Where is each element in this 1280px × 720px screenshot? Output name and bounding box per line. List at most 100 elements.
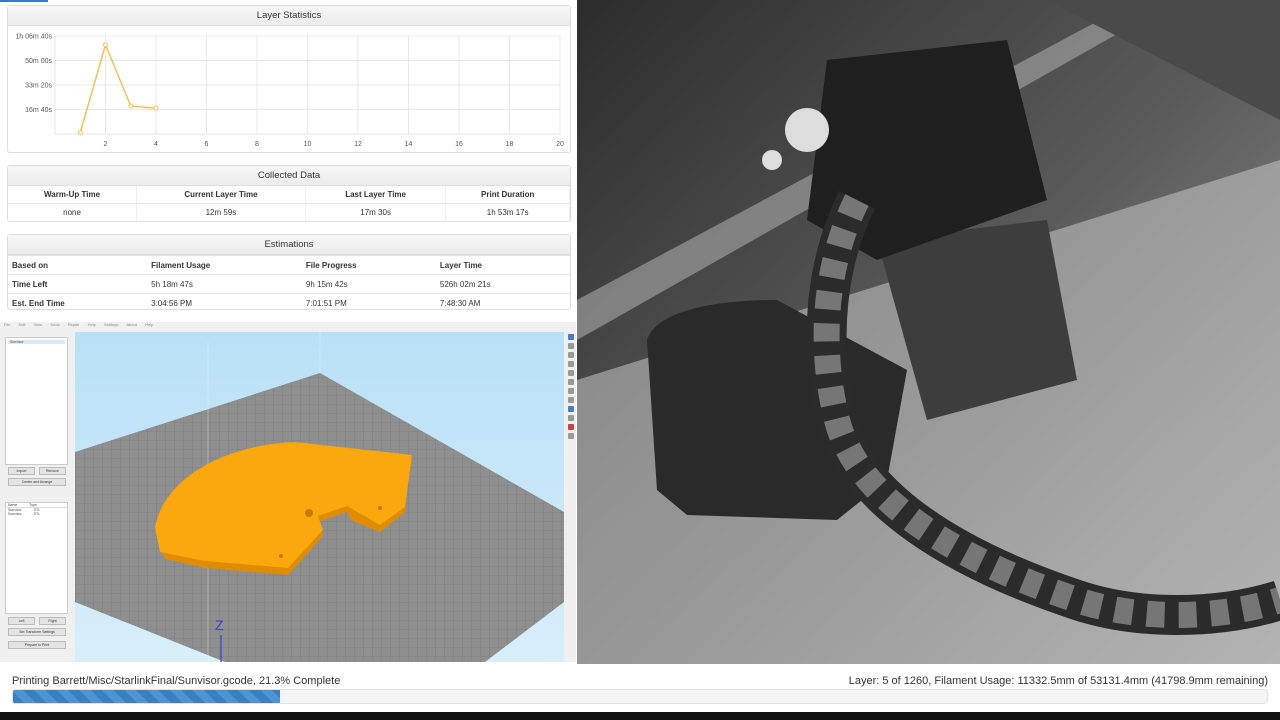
grid-tool-icon[interactable] [568, 415, 574, 421]
current-layer-time-value: 12m 59s [136, 202, 306, 222]
x-tick-label: 8 [255, 141, 259, 148]
rotate-tool-icon[interactable] [568, 352, 574, 358]
object-table-panel: Name Type Sunvisor STL Sunvisor STL [5, 502, 68, 614]
estimations-title: Estimations [8, 235, 570, 255]
est-end-time-label: Est. End Time [8, 293, 148, 313]
time-left-layer: 526h 02m 21s [435, 274, 570, 294]
layer-time-point [77, 130, 83, 136]
end-time-filament: 3:04:56 PM [147, 293, 302, 313]
object-list-panel: Sunvisor [5, 337, 68, 465]
layer-statistics-chart: 2 4 6 8 10 12 14 16 18 20 16m 40s 33m 20s 50m 00s 1h … [15, 34, 564, 149]
x-tick-label: 20 [556, 141, 564, 148]
center-arrange-button[interactable]: Center and Arrange [8, 478, 66, 486]
app-root: Layer Statistics 2 4 6 8 10 12 14 16 18 20 16m 40s… [0, 0, 1280, 720]
x-tick-label: 16 [455, 141, 463, 148]
layer-filament-text: Layer: 5 of 1260, Filament Usage: 11332.… [848, 675, 1268, 687]
layer-time-line [79, 42, 157, 133]
collected-data-panel: Collected Data Warm-Up Time Current Laye… [7, 165, 571, 222]
view-top-icon[interactable] [568, 370, 574, 376]
bottom-edge [0, 712, 1280, 720]
x-tick-label: 4 [154, 141, 158, 148]
print-status-bar: Printing Barrett/Misc/StarlinkFinal/Sunv… [0, 664, 1280, 712]
menu-item[interactable]: View [34, 322, 43, 327]
left-pane: Layer Statistics 2 4 6 8 10 12 14 16 18 20 16m 40s… [0, 0, 576, 664]
layer-time-point [128, 103, 134, 109]
collected-data-table: Warm-Up Time Current Layer Time Last Lay… [8, 186, 570, 222]
menu-item[interactable]: Settings [104, 322, 118, 327]
end-time-layer: 7:48:30 AM [435, 293, 570, 313]
viewport-toolstrip [567, 332, 575, 482]
menu-item[interactable]: Repair [68, 322, 80, 327]
circle-tool-icon[interactable] [568, 361, 574, 367]
filament-usage-header: Filament Usage [147, 255, 302, 275]
import-button[interactable]: Import [8, 467, 35, 475]
collected-data-title: Collected Data [8, 166, 570, 186]
menu-item[interactable]: Tools [50, 322, 59, 327]
x-tick-label: 12 [354, 141, 362, 148]
x-tick-label: 2 [104, 141, 108, 148]
remove-button[interactable]: Remove [39, 467, 66, 475]
print-progress-bar [12, 689, 1268, 704]
estimations-table: Based on Filament Usage File Progress La… [8, 255, 570, 313]
transform-settings-button[interactable]: Set Transform Settings [8, 628, 66, 636]
time-left-file: 9h 15m 42s [301, 274, 436, 294]
layer-statistics-panel: Layer Statistics 2 4 6 8 10 12 14 16 18 20 16m 40s… [7, 5, 571, 153]
warmup-time-header: Warm-Up Time [8, 186, 138, 203]
slicer-window: File Edit View Tools Repair Help Setting… [0, 322, 576, 662]
menu-item[interactable]: Edit [19, 322, 26, 327]
current-layer-time-header: Current Layer Time [136, 186, 306, 203]
y-tick-label: 16m 40s [25, 107, 52, 114]
3d-viewport[interactable]: Z [75, 332, 564, 662]
left-button[interactable]: Left [8, 617, 35, 625]
menu-item[interactable]: About [126, 322, 136, 327]
warmup-time-value: none [8, 202, 138, 222]
webcam-feed [577, 0, 1280, 664]
slicer-menubar: File Edit View Tools Repair Help Setting… [0, 322, 576, 330]
z-axis-label: Z [215, 617, 224, 633]
menu-item[interactable]: Help [145, 322, 153, 327]
object-list-item[interactable]: Sunvisor [8, 340, 65, 344]
delete-tool-icon[interactable] [568, 424, 574, 430]
right-button[interactable]: Right [39, 617, 66, 625]
type-column-header: Type [29, 503, 37, 507]
x-tick-label: 6 [205, 141, 209, 148]
view-iso-icon[interactable] [568, 397, 574, 403]
prepare-to-print-button[interactable]: Prepare to Print [8, 641, 66, 649]
estimations-panel: Estimations Based on Filament Usage File… [7, 234, 571, 313]
x-tick-label: 10 [304, 141, 312, 148]
row-type: STL [33, 512, 41, 516]
view-side-icon[interactable] [568, 388, 574, 394]
build-plate-scene: Z [75, 332, 564, 662]
move-tool-icon[interactable] [568, 343, 574, 349]
end-time-file: 7:01:51 PM [301, 293, 436, 313]
time-left-filament: 5h 18m 47s [147, 274, 302, 294]
menu-item[interactable]: Help [88, 322, 96, 327]
y-tick-label: 1h 06m 40s [15, 34, 52, 41]
y-tick-label: 33m 20s [25, 83, 52, 90]
layer-time-point [103, 42, 108, 48]
layer-statistics-title: Layer Statistics [8, 6, 570, 26]
menu-item[interactable]: File [4, 322, 10, 327]
row-name: Sunvisor [8, 512, 22, 516]
print-duration-header: Print Duration [445, 186, 570, 203]
last-layer-time-header: Last Layer Time [305, 186, 447, 203]
y-tick-label: 50m 00s [25, 58, 52, 65]
zoom-tool-icon[interactable] [568, 406, 574, 412]
info-tool-icon[interactable] [568, 433, 574, 439]
name-column-header: Name [8, 503, 18, 507]
print-duration-value: 1h 53m 17s [445, 202, 570, 222]
webcam-image [577, 0, 1280, 664]
top-accent-strip [0, 0, 48, 2]
time-left-label: Time Left [8, 274, 148, 294]
layer-time-point [153, 105, 159, 111]
select-tool-icon[interactable] [568, 334, 574, 340]
view-front-icon[interactable] [568, 379, 574, 385]
based-on-header: Based on [8, 255, 148, 275]
table-row[interactable]: Sunvisor STL [6, 512, 67, 516]
print-progress-fill [13, 690, 281, 703]
x-tick-label: 18 [506, 141, 514, 148]
print-job-text: Printing Barrett/Misc/StarlinkFinal/Sunv… [12, 675, 341, 687]
file-progress-header: File Progress [301, 255, 436, 275]
last-layer-time-value: 17m 30s [305, 202, 447, 222]
layer-time-header: Layer Time [435, 255, 570, 275]
